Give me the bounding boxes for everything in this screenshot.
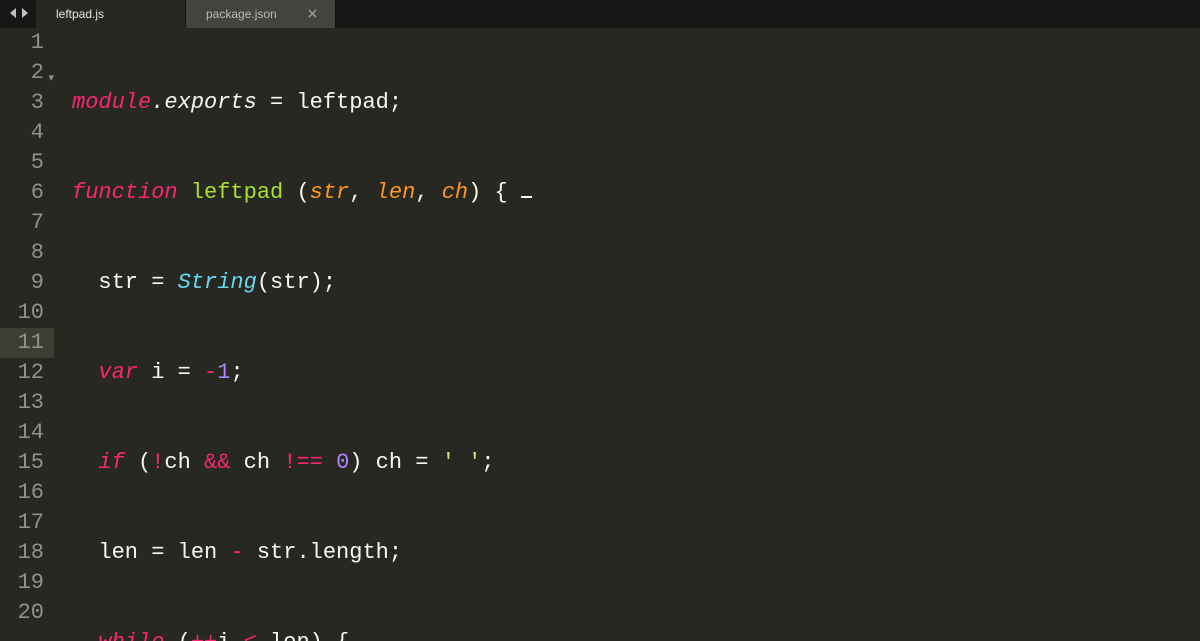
nav-forward-icon[interactable]: [20, 7, 28, 21]
close-icon[interactable]: [284, 7, 317, 21]
line-number: 18: [0, 538, 44, 568]
line-number: 16: [0, 478, 44, 508]
line-number: 6: [0, 178, 44, 208]
nav-back-icon[interactable]: [10, 7, 18, 21]
tab-label: leftpad.js: [56, 7, 104, 21]
code-line: module.exports = leftpad;: [72, 88, 1200, 118]
line-number: 17: [0, 508, 44, 538]
line-number: 19: [0, 568, 44, 598]
line-number: 13: [0, 388, 44, 418]
line-number: 3: [0, 88, 44, 118]
tab-leftpad-js[interactable]: leftpad.js: [36, 0, 186, 28]
line-number: 4: [0, 118, 44, 148]
line-number: 20: [0, 598, 44, 628]
code-line: len = len - str.length;: [72, 538, 1200, 568]
line-number: 12: [0, 358, 44, 388]
line-number: 10: [0, 298, 44, 328]
code-line: var i = -1;: [72, 358, 1200, 388]
line-number: 8: [0, 238, 44, 268]
tab-bar: leftpad.js package.json: [0, 0, 1200, 28]
line-number: 9: [0, 268, 44, 298]
line-number: 2: [0, 58, 44, 88]
gutter: 1 2 3 4 5 6 7 8 9 10 11 12 13 14 15 16 1…: [0, 28, 54, 641]
line-number: 1: [0, 28, 44, 58]
line-number: 11: [0, 328, 54, 358]
code-area[interactable]: module.exports = leftpad; function leftp…: [54, 28, 1200, 641]
code-line: while (++i < len) {: [72, 628, 1200, 641]
line-number: 7: [0, 208, 44, 238]
code-line: function leftpad (str, len, ch) {: [72, 178, 1200, 208]
line-number: 5: [0, 148, 44, 178]
code-editor[interactable]: 1 2 3 4 5 6 7 8 9 10 11 12 13 14 15 16 1…: [0, 28, 1200, 641]
tab-nav-arrows[interactable]: [0, 0, 36, 28]
code-line: if (!ch && ch !== 0) ch = ' ';: [72, 448, 1200, 478]
line-number: 14: [0, 418, 44, 448]
code-line: str = String(str);: [72, 268, 1200, 298]
line-number: 15: [0, 448, 44, 478]
tab-label: package.json: [206, 7, 277, 21]
tab-package-json[interactable]: package.json: [186, 0, 336, 28]
